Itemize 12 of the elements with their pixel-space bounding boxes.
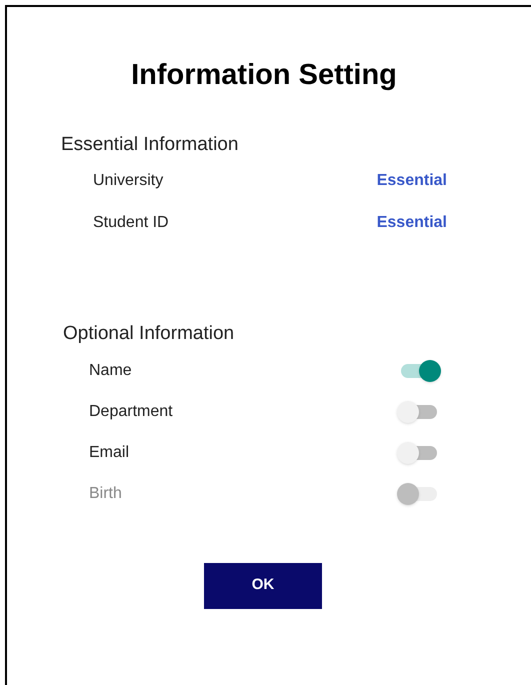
- section-heading: Optional Information: [63, 322, 236, 346]
- field-label: University: [93, 171, 164, 191]
- field-label: Name: [89, 360, 132, 380]
- essential-label: Essential: [376, 171, 447, 191]
- field-label: Student ID: [93, 213, 169, 233]
- ok-button[interactable]: OK: [204, 562, 322, 608]
- field-label: Birth: [89, 484, 122, 504]
- essential-label: Essential: [376, 213, 447, 233]
- field-label: Email: [89, 442, 130, 462]
- field-label: Department: [89, 402, 173, 422]
- dialog-title: Information Setting: [130, 58, 398, 93]
- section-heading: Essential Information: [61, 132, 240, 156]
